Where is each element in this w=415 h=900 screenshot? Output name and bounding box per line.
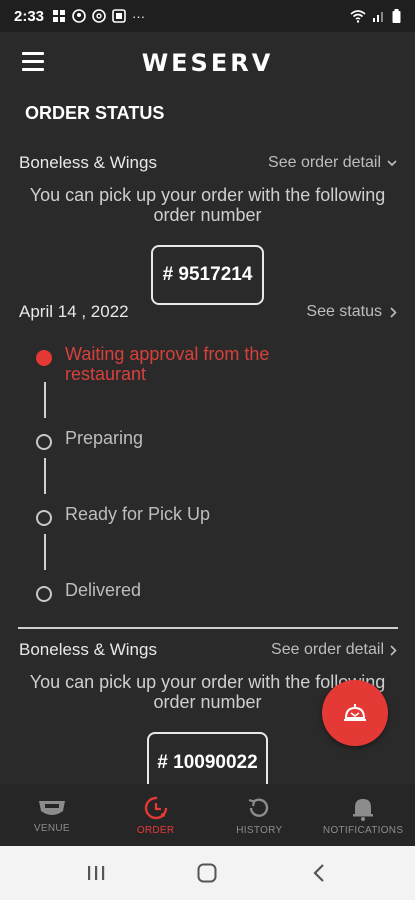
- home-icon: [197, 863, 217, 883]
- back-button[interactable]: [299, 858, 339, 888]
- venue-icon: [38, 800, 65, 815]
- step-active-dot: [36, 350, 52, 366]
- see-status-label: See status: [306, 303, 382, 320]
- timeline-step: Ready for Pick Up: [36, 504, 210, 526]
- at-icon: [92, 9, 106, 23]
- timeline-connector: [44, 534, 46, 570]
- timeline-connector: [44, 458, 46, 494]
- divider: [18, 627, 398, 629]
- overflow-dots: ···: [132, 8, 146, 24]
- step-dot: [36, 510, 52, 526]
- venue-name: Boneless & Wings: [19, 153, 157, 172]
- step-label: Preparing: [65, 428, 144, 448]
- order-timer-icon: [144, 796, 167, 819]
- nav-label: ORDER: [136, 824, 175, 836]
- step-dot: [36, 434, 52, 450]
- menu-icon[interactable]: [22, 52, 44, 72]
- status-time: 2:33: [14, 7, 45, 25]
- order-number-badge: # 9517214: [150, 245, 265, 305]
- battery-icon: [392, 9, 401, 23]
- venue-name: Boneless & Wings: [19, 640, 157, 659]
- waiter-call-button[interactable]: [322, 680, 388, 746]
- timeline-step: Preparing: [36, 428, 143, 450]
- waiter-bell-icon: [344, 704, 366, 721]
- home-button[interactable]: [187, 858, 227, 888]
- pickup-message: You can pick up your order with the foll…: [29, 185, 386, 225]
- step-label: Ready for Pick Up: [65, 504, 211, 524]
- history-icon: [249, 798, 269, 817]
- back-icon: [313, 864, 324, 882]
- order-date-row: April 14 , 2022 See status: [0, 302, 415, 322]
- signal-icon: [373, 12, 383, 22]
- notification-icons: ···: [52, 9, 145, 24]
- apps-icon: [53, 10, 66, 22]
- wifi-icon: [350, 10, 366, 23]
- see-order-detail-label: See order detail: [268, 154, 381, 171]
- step-dot: [36, 586, 52, 602]
- nav-order[interactable]: ORDER: [104, 784, 208, 846]
- recent-apps-button[interactable]: [76, 858, 116, 888]
- square-app-icon: [112, 9, 126, 23]
- see-order-detail-label: See order detail: [271, 641, 384, 658]
- nav-label: NOTIFICATIONS: [322, 824, 404, 836]
- chevron-right-icon: [390, 306, 397, 318]
- nav-venue[interactable]: VENUE: [0, 784, 104, 846]
- step-label: Delivered: [65, 580, 142, 600]
- nav-label: VENUE: [33, 822, 70, 834]
- nav-history[interactable]: HISTORY: [208, 784, 312, 846]
- system-nav-bar: [0, 846, 415, 900]
- system-icons: [350, 9, 401, 23]
- see-order-detail-link[interactable]: See order detail: [268, 154, 397, 172]
- nav-label: HISTORY: [236, 824, 283, 836]
- bell-icon: [353, 798, 374, 821]
- chevron-right-icon: [390, 644, 397, 656]
- see-status-link[interactable]: See status: [306, 302, 397, 322]
- timeline-connector: [44, 382, 46, 418]
- page-title: ORDER STATUS: [25, 103, 165, 123]
- status-bar: 2:33 ···: [0, 0, 415, 32]
- bottom-nav: VENUE ORDER HISTORY NOTIFICATIONS: [0, 784, 415, 846]
- order-date: April 14 , 2022: [19, 302, 129, 321]
- app-header: WESERV: [0, 32, 415, 94]
- order-card: Boneless & Wings See order detail You ca…: [0, 150, 415, 305]
- chevron-down-icon: [387, 159, 397, 166]
- see-order-detail-link[interactable]: See order detail: [271, 641, 397, 659]
- step-label: Waiting approval from the restaurant: [65, 344, 270, 384]
- recent-apps-icon: [87, 866, 105, 880]
- timeline-step: Waiting approval from the restaurant: [36, 344, 335, 384]
- timeline-step: Delivered: [36, 580, 141, 602]
- account-icon: [72, 9, 86, 23]
- brand-logo: WESERV: [141, 49, 274, 77]
- nav-notifications[interactable]: NOTIFICATIONS: [311, 784, 415, 846]
